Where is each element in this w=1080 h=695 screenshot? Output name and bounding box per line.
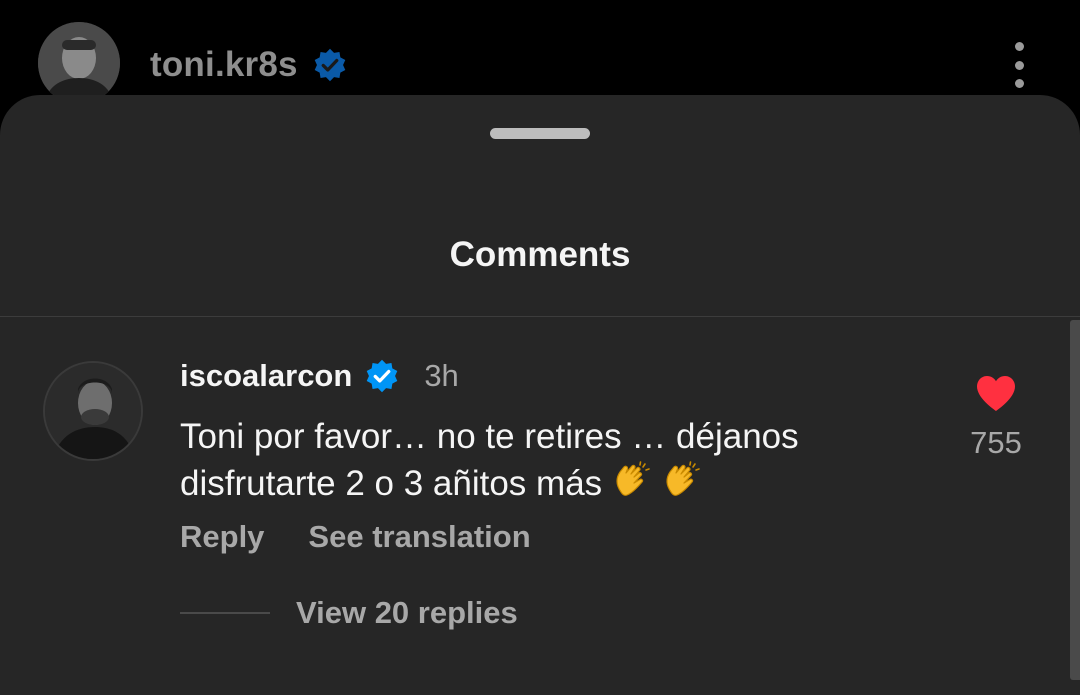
drag-handle[interactable] (490, 128, 590, 139)
like-count: 755 (970, 425, 1022, 460)
clapping-hands-icon (666, 461, 700, 496)
post-header: toni.kr8s (0, 0, 1080, 110)
view-replies-label[interactable]: View 20 replies (296, 595, 518, 631)
more-options-button[interactable] (1002, 42, 1036, 88)
commenter-avatar[interactable] (45, 363, 141, 459)
commenter-username[interactable]: iscoalarcon (180, 358, 352, 394)
comment-text-line-2: disfrutarte 2 o 3 añitos más (180, 460, 900, 507)
sheet-title: Comments (449, 235, 631, 274)
comment-text-line: disfrutarte 2 o 3 añitos más (180, 464, 603, 503)
more-vertical-icon (1014, 42, 1024, 51)
comment-text-line: Toni por favor… no te retires … déjanos (180, 417, 799, 456)
poster-username-row[interactable]: toni.kr8s (150, 40, 348, 90)
scrollbar[interactable] (1070, 320, 1080, 680)
comment-body: Toni por favor… no te retires … déjanos … (180, 413, 900, 507)
divider (0, 316, 1080, 317)
see-translation-button[interactable]: See translation (308, 519, 530, 555)
comment-timestamp: 3h (424, 358, 459, 393)
comments-sheet: Comments iscoalarcon 3h Toni por favor… … (0, 95, 1080, 695)
view-replies-button[interactable]: View 20 replies (180, 595, 518, 631)
comment-actions: Reply See translation (180, 519, 531, 555)
clapping-hands-icon (616, 461, 650, 496)
verified-badge-icon (367, 359, 398, 393)
verified-badge-icon (314, 48, 345, 82)
reply-button[interactable]: Reply (180, 519, 264, 555)
poster-avatar[interactable] (38, 22, 120, 104)
poster-username[interactable]: toni.kr8s (150, 45, 298, 85)
replies-divider-line (180, 612, 270, 614)
comment-header: iscoalarcon 3h (180, 353, 459, 399)
heart-icon[interactable] (974, 373, 1018, 413)
